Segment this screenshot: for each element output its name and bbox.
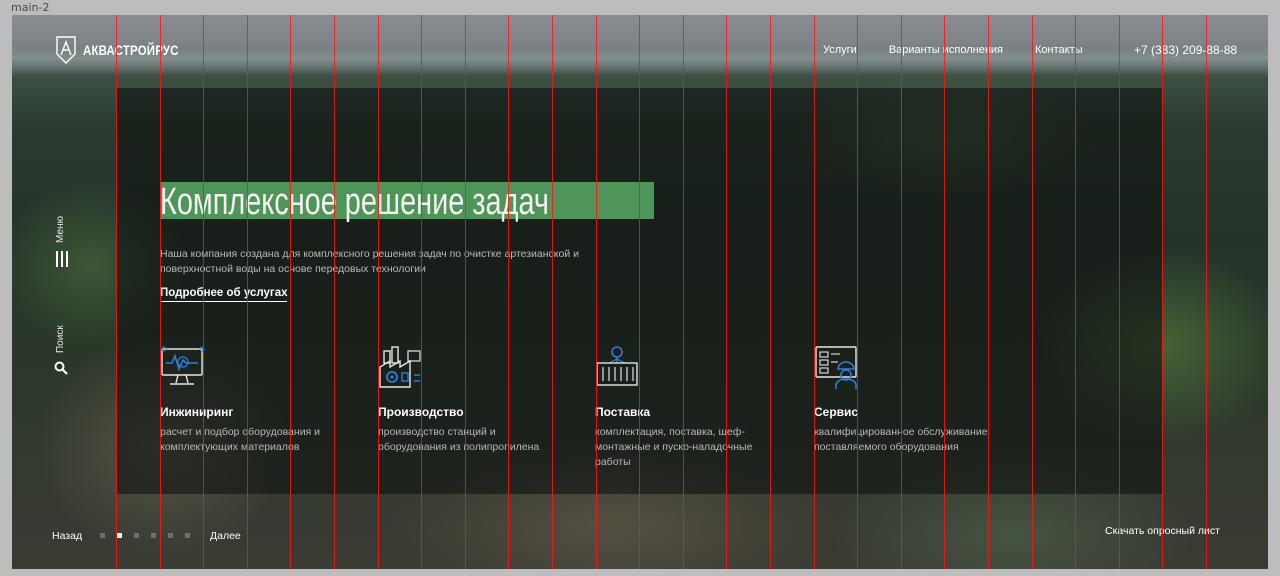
frame-label: main-2 xyxy=(11,1,50,14)
hero-description: Наша компания создана для комплексного р… xyxy=(160,248,580,275)
service-engineering[interactable]: Инжиниринг расчет и подбор оборудования … xyxy=(160,345,340,455)
side-search-label[interactable]: Поиск xyxy=(55,325,66,353)
download-questionnaire-link[interactable]: Скачать опросный лист xyxy=(1105,525,1220,537)
pagination-dot[interactable] xyxy=(168,533,173,538)
guide-line xyxy=(1162,15,1163,569)
slide-pagination xyxy=(100,533,190,538)
service-text: квалифицированное обслуживание поставляе… xyxy=(814,426,988,453)
logo[interactable]: АКВАСТРОЙРУС xyxy=(55,35,200,65)
service-text: расчет и подбор оборудования и комплекту… xyxy=(160,426,321,453)
factory-production-icon xyxy=(378,345,558,391)
pagination-dot[interactable] xyxy=(117,533,122,538)
more-services-link[interactable]: Подробнее об услугах xyxy=(160,287,288,302)
hero-title-text: Комплексное решение задач xyxy=(160,181,549,223)
service-title: Поставка xyxy=(595,405,651,419)
service-text: производство станций и оборудования из п… xyxy=(378,426,540,453)
service-maintenance[interactable]: Сервис квалифицированное обслуживание по… xyxy=(814,345,994,455)
next-slide-button[interactable]: Далее xyxy=(210,530,241,542)
hero-title: Комплексное решение задач xyxy=(160,181,654,223)
nav-item-variants[interactable]: Варианты исполнения xyxy=(889,44,1003,56)
service-title: Сервис xyxy=(814,405,859,419)
service-text: комплектация, поставка, шеф-монтажные и … xyxy=(595,426,753,468)
hamburger-icon[interactable] xyxy=(56,251,68,267)
service-delivery[interactable]: Поставка комплектация, поставка, шеф-мон… xyxy=(595,345,775,470)
service-production[interactable]: Производство производство станций и обор… xyxy=(378,345,558,455)
pagination-dot[interactable] xyxy=(185,533,190,538)
prev-slide-button[interactable]: Назад xyxy=(52,530,82,542)
search-icon[interactable] xyxy=(54,361,68,380)
side-menu-label[interactable]: Меню xyxy=(55,216,66,243)
top-nav: Услуги Варианты исполнения Контакты xyxy=(823,44,1115,56)
pagination-dot[interactable] xyxy=(100,533,105,538)
service-title: Инжиниринг xyxy=(160,405,234,419)
guide-line xyxy=(1206,15,1207,569)
phone-number[interactable]: +7 (383) 209-88-88 xyxy=(1134,43,1237,57)
service-title: Производство xyxy=(378,405,464,419)
pagination-dot[interactable] xyxy=(151,533,156,538)
logo-shield-icon xyxy=(55,35,77,65)
pagination-dot[interactable] xyxy=(134,533,139,538)
logo-text: АКВАСТРОЙРУС xyxy=(83,42,179,58)
nav-item-contacts[interactable]: Контакты xyxy=(1035,44,1083,56)
nav-item-services[interactable]: Услуги xyxy=(823,44,857,56)
engineering-monitor-icon xyxy=(160,345,340,391)
page-frame: АКВАСТРОЙРУС Услуги Варианты исполнения … xyxy=(12,15,1268,569)
delivery-container-icon xyxy=(595,345,775,391)
service-worker-icon xyxy=(814,345,994,391)
